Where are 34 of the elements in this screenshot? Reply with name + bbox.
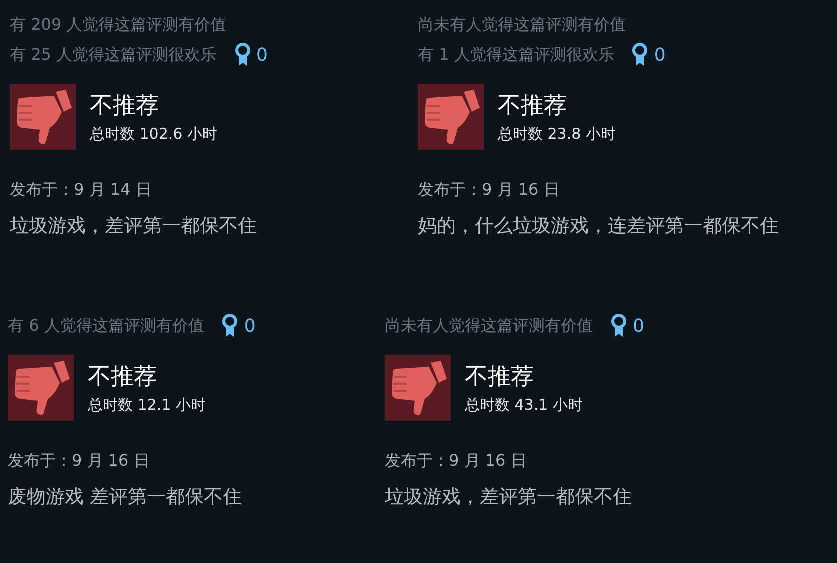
helpful-count: 有 209 人觉得这篇评测有价值 <box>10 14 227 36</box>
playtime: 总时数 23.8 小时 <box>498 125 616 144</box>
helpful-count: 有 1 人觉得这篇评测很欢乐 <box>418 44 614 66</box>
review-text: 垃圾游戏，差评第一都保不住 <box>10 214 257 239</box>
posted-date: 发布于：9 月 16 日 <box>418 180 560 201</box>
award-count: 0 <box>256 44 268 66</box>
posted-date: 发布于：9 月 16 日 <box>385 451 527 472</box>
award-icon <box>611 314 627 338</box>
award-icon <box>234 43 251 67</box>
award-count: 0 <box>244 316 256 336</box>
helpful-count: 有 25 人觉得这篇评测很欢乐 <box>10 44 217 66</box>
review-text: 垃圾游戏，差评第一都保不住 <box>385 485 632 510</box>
thumbs-down-icon <box>10 84 76 150</box>
helpful-count: 尚未有人觉得这篇评测有价值 <box>418 14 626 36</box>
posted-date: 发布于：9 月 14 日 <box>10 180 152 201</box>
award-count: 0 <box>654 44 666 66</box>
review-text: 妈的，什么垃圾游戏，连差评第一都保不住 <box>418 214 779 239</box>
award-count: 0 <box>633 316 644 336</box>
thumbs-down-icon <box>385 355 451 421</box>
thumbs-down-icon <box>8 355 74 421</box>
review-verdict: 不推荐 <box>498 92 568 121</box>
review-text: 废物游戏 差评第一都保不住 <box>8 485 242 510</box>
review-verdict: 不推荐 <box>88 363 158 392</box>
award-icon <box>222 314 238 338</box>
review-verdict: 不推荐 <box>90 92 160 121</box>
review-verdict: 不推荐 <box>465 363 535 392</box>
award-icon <box>632 43 648 67</box>
playtime: 总时数 102.6 小时 <box>90 125 218 144</box>
playtime: 总时数 43.1 小时 <box>465 396 583 415</box>
thumbs-down-icon <box>418 84 484 150</box>
helpful-count: 尚未有人觉得这篇评测有价值 <box>385 316 593 336</box>
playtime: 总时数 12.1 小时 <box>88 396 206 415</box>
posted-date: 发布于：9 月 16 日 <box>8 451 150 472</box>
helpful-count: 有 6 人觉得这篇评测有价值 <box>8 316 204 336</box>
